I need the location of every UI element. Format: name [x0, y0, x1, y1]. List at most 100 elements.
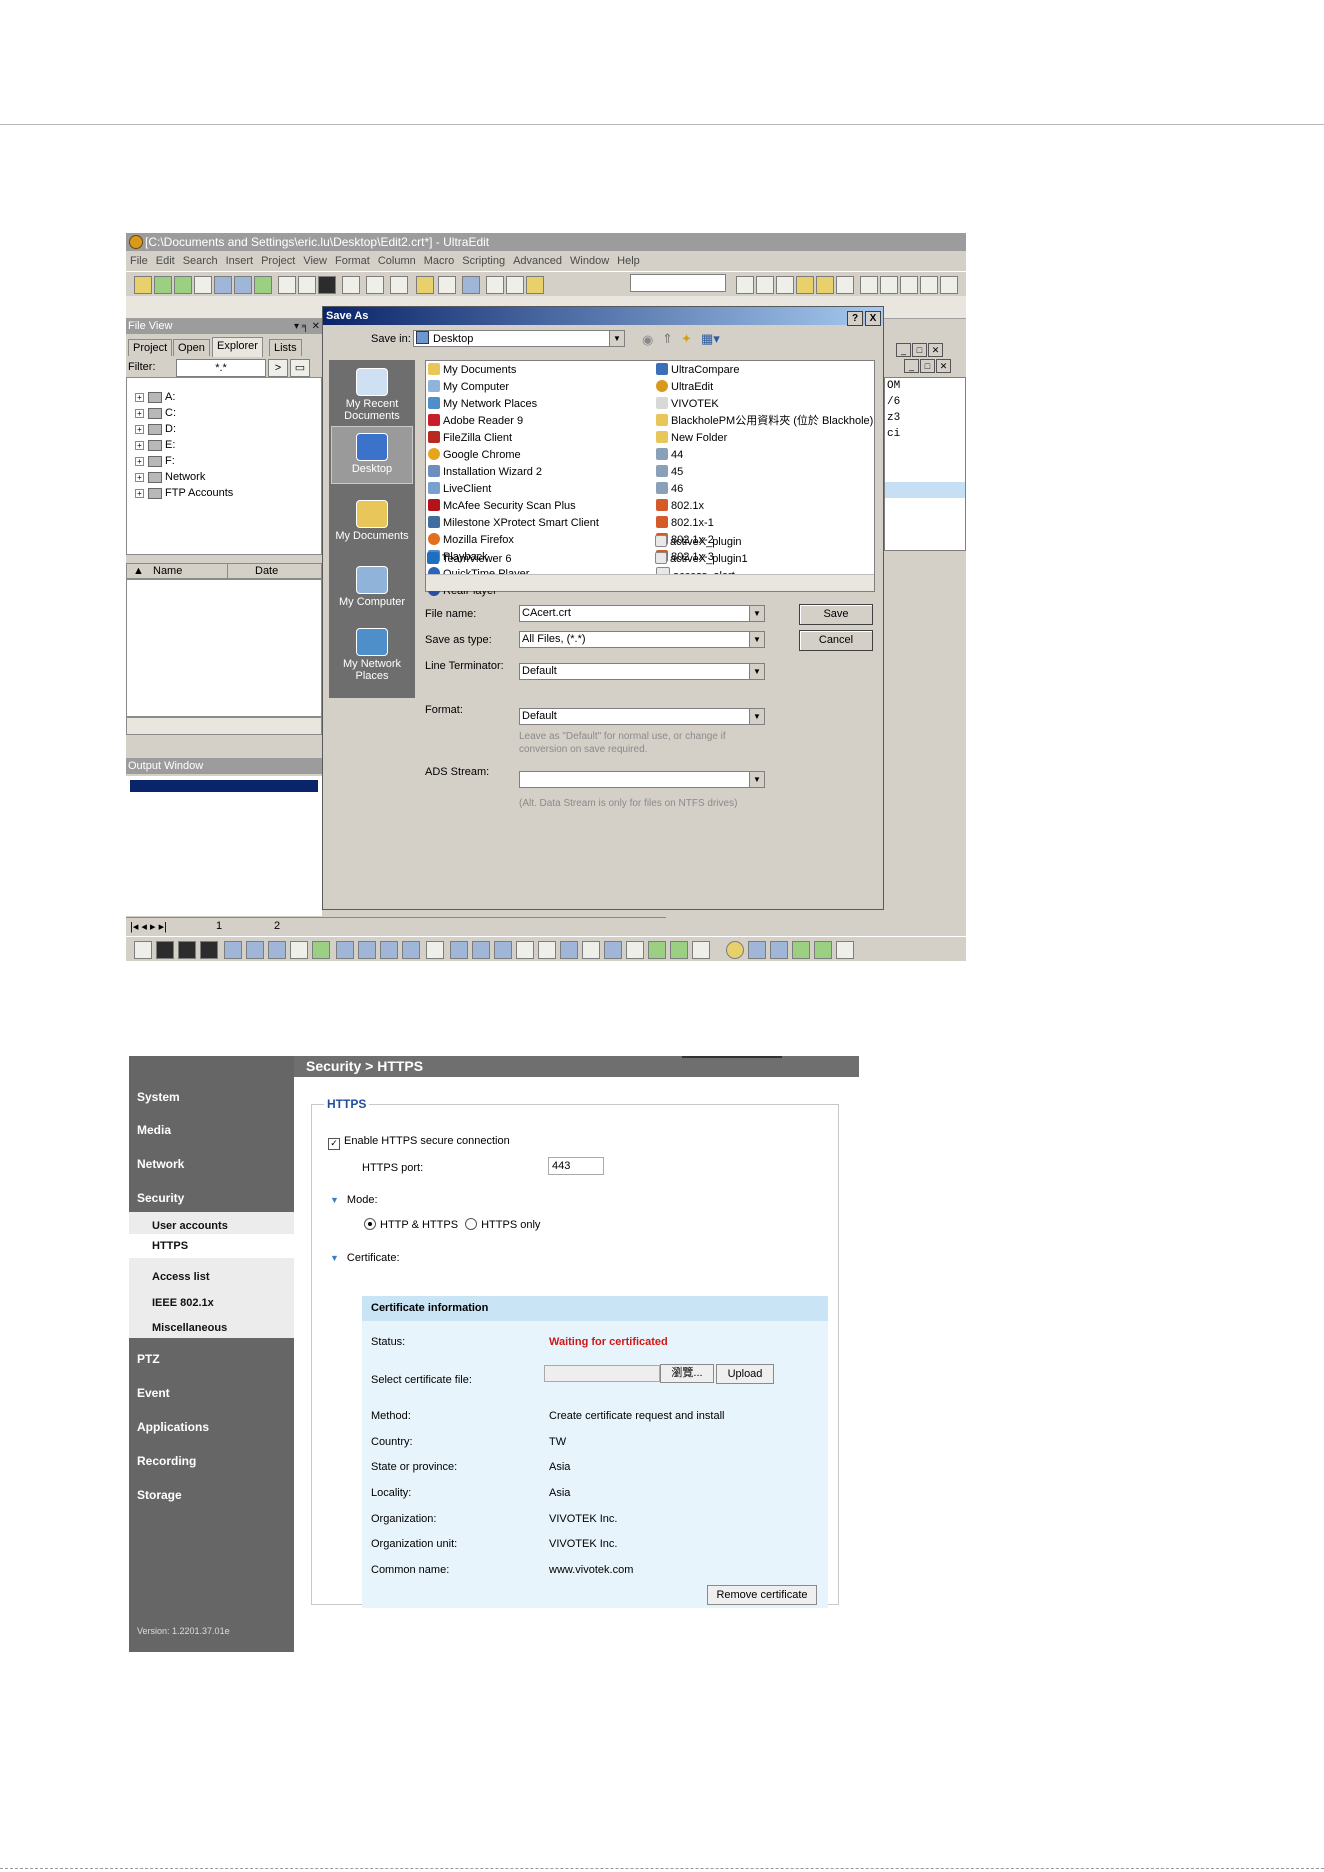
menu-column[interactable]: Column — [374, 252, 420, 270]
list-item[interactable]: LiveClient — [428, 482, 491, 496]
sidebar-item-network[interactable]: Network — [137, 1157, 184, 1171]
list-item[interactable]: UltraCompare — [656, 363, 739, 377]
underline-icon[interactable] — [200, 941, 218, 959]
paragraph-icon[interactable] — [426, 941, 444, 959]
list-item[interactable]: Google Chrome — [428, 448, 521, 462]
place-my-documents[interactable]: My Documents — [331, 494, 413, 552]
export-icon[interactable] — [836, 941, 854, 959]
document-tab-1[interactable]: 1 — [216, 920, 222, 932]
menu-help[interactable]: Help — [613, 252, 644, 270]
maximize-icon[interactable]: □ — [920, 359, 935, 373]
sidebar-item-https[interactable]: HTTPS — [129, 1234, 294, 1258]
paste-icon[interactable] — [526, 276, 544, 294]
chevron-down-icon[interactable]: ▼ — [330, 1195, 339, 1205]
menu-file[interactable]: File — [126, 252, 152, 270]
table-row-icon[interactable] — [246, 941, 264, 959]
checkbox-icon[interactable] — [538, 941, 556, 959]
place-desktop[interactable]: Desktop — [331, 426, 413, 484]
cut-icon[interactable] — [486, 276, 504, 294]
html-tag-icon[interactable] — [134, 941, 152, 959]
format-dropdown[interactable]: Default ▼ — [519, 708, 765, 725]
enable-https-checkbox[interactable]: ✓ — [328, 1138, 340, 1150]
minimize-icon[interactable]: _ — [896, 343, 911, 357]
save-as-type-dropdown[interactable]: All Files, (*.*) ▼ — [519, 631, 765, 648]
list-item[interactable]: Installation Wizard 2 — [428, 465, 542, 479]
tree-node-d[interactable]: + D: — [135, 422, 176, 436]
menu-window[interactable]: Window — [566, 252, 613, 270]
print-icon[interactable] — [278, 276, 296, 294]
sidebar-item-ieee-8021x[interactable]: IEEE 802.1x — [152, 1297, 214, 1309]
filter-input[interactable]: *.* — [176, 359, 266, 377]
ads-stream-dropdown[interactable]: ▼ — [519, 771, 765, 788]
save-button[interactable]: Save — [799, 604, 873, 625]
sidebar-item-user-accounts[interactable]: User accounts — [152, 1220, 228, 1232]
list-item[interactable]: Mozilla Firefox — [428, 533, 514, 547]
tab-explorer[interactable]: Explorer — [212, 337, 263, 357]
table-icon[interactable] — [224, 941, 242, 959]
menu-advanced[interactable]: Advanced — [509, 252, 566, 270]
list-item[interactable]: Adobe Reader 9 — [428, 414, 523, 428]
find-next-icon[interactable] — [756, 276, 774, 294]
forward-arrow-icon[interactable] — [174, 276, 192, 294]
menu-scripting[interactable]: Scripting — [458, 252, 509, 270]
hr-icon[interactable] — [450, 941, 468, 959]
list-item[interactable]: My Network Places — [428, 397, 537, 411]
list-item[interactable]: 802.1x-1 — [656, 516, 714, 530]
new-folder-icon[interactable]: ✦ — [681, 331, 692, 347]
minimize-icon[interactable]: _ — [904, 359, 919, 373]
menu-format[interactable]: Format — [331, 252, 374, 270]
list-item[interactable]: My Computer — [428, 380, 509, 394]
form-icon[interactable] — [290, 941, 308, 959]
tree-node-e[interactable]: + E: — [135, 438, 175, 452]
tab-nav-arrows-icon[interactable]: |◂ ◂ ▸ ▸| — [130, 920, 167, 933]
list-item[interactable]: TeamViewer 6 — [427, 552, 512, 566]
https-port-input[interactable]: 443 — [548, 1157, 604, 1175]
edit-icon[interactable] — [814, 941, 832, 959]
certificate-toggle[interactable]: ▼ Certificate: — [330, 1252, 400, 1264]
pane-close-icon[interactable]: ▾ ╕ ✕ — [294, 319, 320, 334]
dialog-close-button[interactable]: X — [865, 311, 881, 326]
enable-https-row[interactable]: ✓ Enable HTTPS secure connection — [328, 1135, 510, 1150]
tree-node-ftp-accounts[interactable]: + FTP Accounts — [135, 486, 233, 500]
cancel-button[interactable]: Cancel — [799, 630, 873, 651]
place-my-computer[interactable]: My Computer — [331, 560, 413, 618]
folder-browse-icon[interactable]: ▭ — [290, 359, 310, 377]
menu-project[interactable]: Project — [257, 252, 299, 270]
list-item[interactable]: 45 — [656, 465, 683, 479]
list-item[interactable]: UltraEdit — [656, 380, 713, 394]
find-icon[interactable] — [736, 276, 754, 294]
bold-icon[interactable] — [156, 941, 174, 959]
column-name[interactable]: Name — [153, 564, 182, 578]
list-item[interactable]: McAfee Security Scan Plus — [428, 499, 576, 513]
font-icon[interactable] — [318, 276, 336, 294]
new-file-icon[interactable] — [194, 276, 212, 294]
document-tab-2[interactable]: 2 — [274, 920, 280, 932]
print-preview-icon[interactable] — [298, 276, 316, 294]
radio-icon[interactable] — [560, 941, 578, 959]
style-icon[interactable] — [792, 941, 810, 959]
browse-button[interactable]: 瀏覽... — [660, 1364, 714, 1383]
hex-icon[interactable] — [390, 276, 408, 294]
browser-icon[interactable] — [462, 276, 480, 294]
list-item[interactable]: FileZilla Client — [428, 431, 512, 445]
sidebar-item-event[interactable]: Event — [137, 1386, 170, 1400]
sidebar-item-system[interactable]: System — [137, 1090, 180, 1104]
tree-node-network[interactable]: + Network — [135, 470, 205, 484]
sidebar-item-applications[interactable]: Applications — [137, 1420, 209, 1434]
list-item[interactable]: 802.1x — [656, 499, 704, 513]
place-my-recent-documents[interactable]: My Recent Documents — [331, 362, 413, 422]
replace-icon[interactable] — [776, 276, 794, 294]
upload-button[interactable]: Upload — [716, 1364, 774, 1384]
tree-node-c[interactable]: + C: — [135, 406, 176, 420]
align-right-icon[interactable] — [900, 276, 918, 294]
menu-edit[interactable]: Edit — [152, 252, 179, 270]
mode-https-only-radio[interactable] — [465, 1218, 478, 1230]
menu-macro[interactable]: Macro — [420, 252, 459, 270]
list-item[interactable]: activeX_plugin1 — [655, 552, 748, 566]
list-icon[interactable] — [438, 276, 456, 294]
column-mode-icon[interactable] — [366, 276, 384, 294]
view-menu-icon[interactable]: ▦▾ — [701, 331, 720, 347]
button-icon[interactable] — [516, 941, 534, 959]
list-icon[interactable] — [380, 941, 398, 959]
menu-search[interactable]: Search — [179, 252, 222, 270]
